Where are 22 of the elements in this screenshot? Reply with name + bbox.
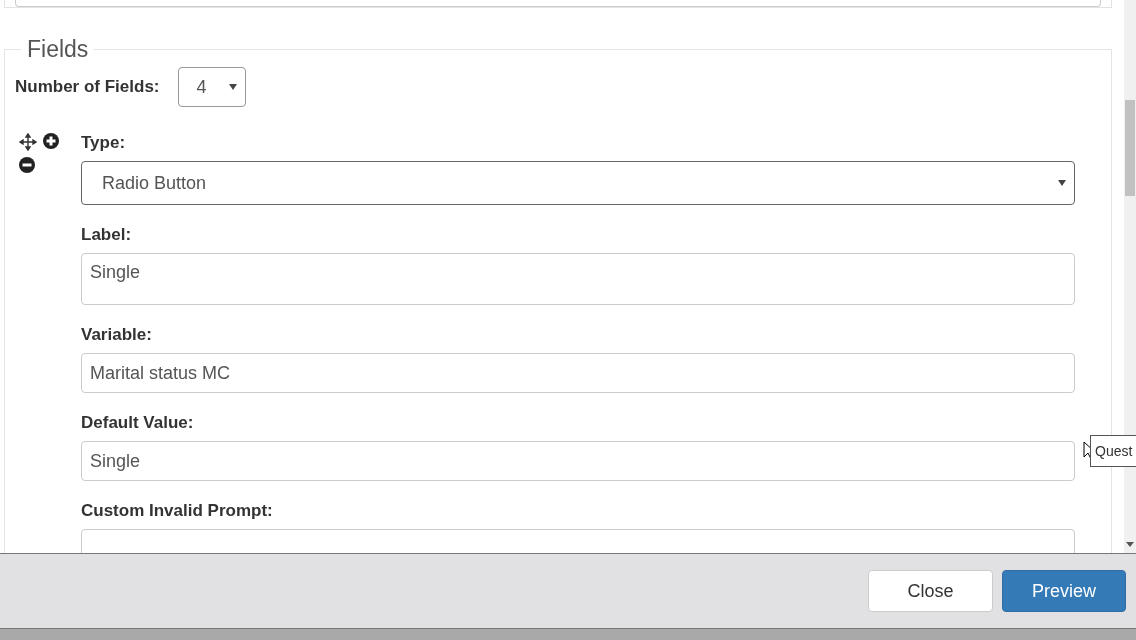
scroll-down-icon[interactable]: [1126, 542, 1134, 547]
count-select[interactable]: 4: [177, 67, 246, 107]
input-field[interactable]: Single: [81, 441, 1075, 481]
add-icon[interactable]: [43, 133, 59, 149]
field-label: Default Value:: [81, 413, 195, 433]
field-label: Variable:: [81, 325, 153, 345]
field-label: Custom Invalid Prompt:: [81, 501, 274, 521]
field-label: Label:: [81, 225, 133, 245]
fieldset-title: Fields: [26, 36, 90, 63]
remove-icon[interactable]: [19, 157, 35, 173]
field-label: Number of Fields:: [15, 77, 160, 97]
move-icon[interactable]: [19, 133, 37, 151]
text-area[interactable]: Single: [81, 253, 1075, 305]
caret-icon: [1058, 180, 1066, 186]
scroll-thumb[interactable]: [1125, 100, 1135, 196]
field-label: Type:: [81, 133, 127, 153]
type-select[interactable]: Radio Button: [81, 161, 1075, 205]
preview-button[interactable]: Preview: [1002, 570, 1126, 612]
tooltip: Quest: [1090, 435, 1136, 467]
close-button[interactable]: Close: [868, 570, 993, 612]
input-field[interactable]: Marital status MC: [81, 353, 1075, 393]
caret-icon: [228, 84, 237, 90]
